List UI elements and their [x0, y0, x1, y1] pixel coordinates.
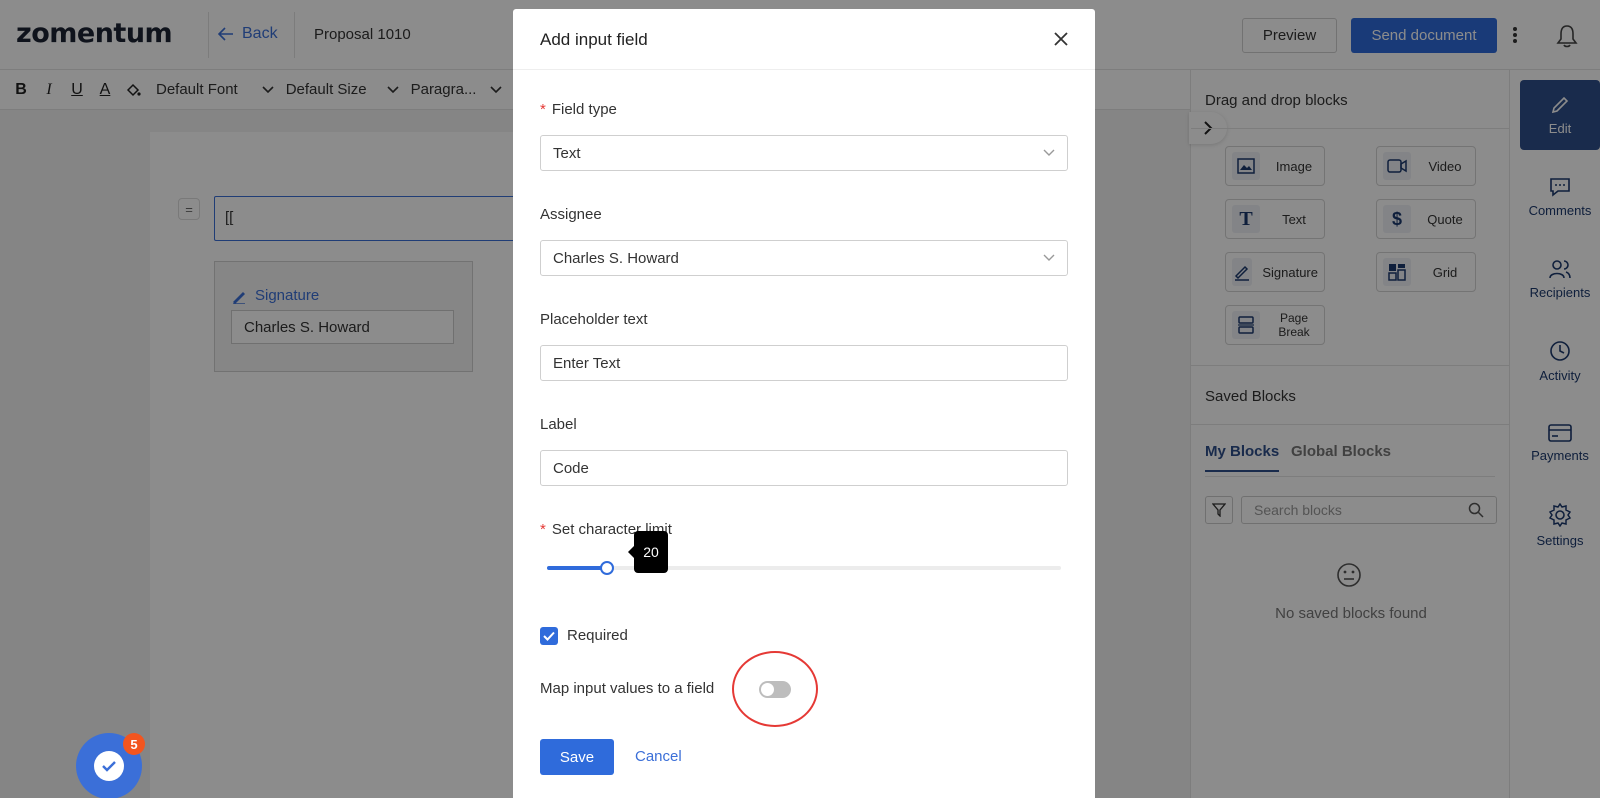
- close-icon[interactable]: [1053, 31, 1069, 47]
- tasks-count-badge: 5: [123, 733, 145, 755]
- placeholder-text-label: Placeholder text: [540, 311, 648, 328]
- required-label: Required: [567, 627, 628, 644]
- label-input[interactable]: Code: [540, 450, 1068, 486]
- char-limit-slider-rail[interactable]: [547, 566, 1061, 570]
- assignee-select[interactable]: Charles S. Howard: [540, 240, 1068, 276]
- required-checkbox[interactable]: [540, 627, 558, 645]
- char-limit-slider-handle[interactable]: [600, 561, 614, 575]
- field-type-value: Text: [553, 144, 581, 162]
- modal-title: Add input field: [540, 30, 648, 49]
- save-button[interactable]: Save: [540, 739, 614, 775]
- assignee-label: Assignee: [540, 206, 602, 223]
- annotation-circle: [732, 651, 818, 727]
- add-input-field-modal: Add input field * Field type Text Assigne…: [513, 9, 1095, 798]
- field-type-label: * Field type: [540, 101, 617, 118]
- map-values-label: Map input values to a field: [540, 680, 715, 697]
- chevron-down-icon: [1043, 149, 1055, 157]
- cancel-button[interactable]: Cancel: [635, 748, 682, 765]
- modal-header: Add input field: [513, 9, 1095, 70]
- label-field-label: Label: [540, 416, 577, 433]
- char-limit-slider-track: [547, 566, 607, 570]
- placeholder-text-input[interactable]: Enter Text: [540, 345, 1068, 381]
- chevron-down-icon: [1043, 254, 1055, 262]
- char-limit-tooltip: 20: [628, 531, 668, 573]
- field-type-select[interactable]: Text: [540, 135, 1068, 171]
- assignee-value: Charles S. Howard: [553, 249, 679, 267]
- check-circle-icon: [94, 751, 124, 781]
